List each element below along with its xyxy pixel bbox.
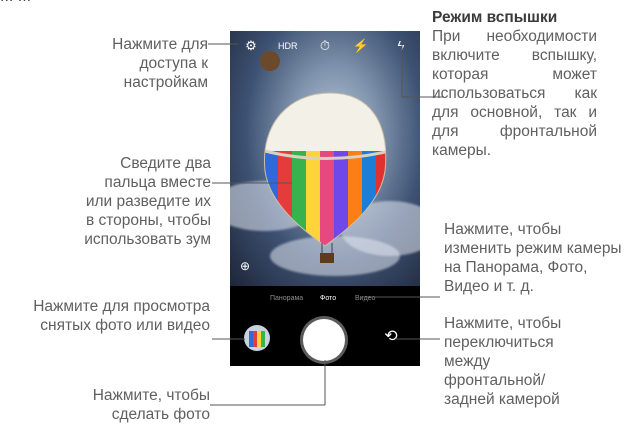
callout-lines xyxy=(208,43,444,406)
